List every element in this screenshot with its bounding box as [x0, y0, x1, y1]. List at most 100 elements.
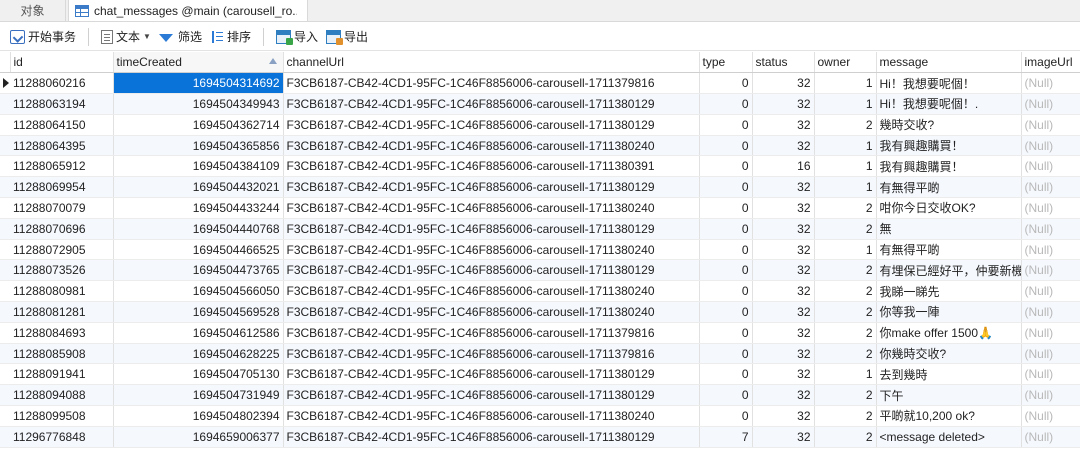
cell-id[interactable]: 11288073526 — [10, 259, 114, 282]
cell-timecreated[interactable]: 1694504349943 — [113, 93, 284, 115]
tab-chat-messages[interactable]: chat_messages @main (carousell_ro... — [68, 0, 308, 21]
cell-owner[interactable]: 1 — [814, 72, 877, 95]
cell-message[interactable]: 我有興趣購買！ — [876, 155, 1022, 178]
cell-status[interactable]: 32 — [752, 176, 815, 199]
cell-message[interactable]: 我有興趣購買！ — [876, 135, 1022, 157]
cell-channelurl[interactable]: F3CB6187-CB42-4CD1-95FC-1C46F8856006-car… — [283, 239, 700, 261]
column-header-imageurl[interactable]: imageUrl — [1021, 52, 1080, 74]
row-header[interactable] — [0, 72, 10, 95]
cell-id[interactable]: 11288094088 — [10, 384, 114, 407]
cell-owner[interactable]: 2 — [814, 343, 877, 365]
cell-status[interactable]: 32 — [752, 114, 815, 136]
cell-id[interactable]: 11288069954 — [10, 176, 114, 199]
row-header[interactable] — [0, 301, 10, 323]
cell-imageurl[interactable]: (Null) — [1021, 405, 1080, 427]
cell-status[interactable]: 32 — [752, 363, 815, 386]
cell-owner[interactable]: 1 — [814, 239, 877, 261]
row-header[interactable] — [0, 363, 10, 386]
cell-owner[interactable]: 1 — [814, 135, 877, 157]
cell-id[interactable]: 11288091941 — [10, 363, 114, 386]
cell-channelurl[interactable]: F3CB6187-CB42-4CD1-95FC-1C46F8856006-car… — [283, 218, 700, 240]
column-header-channelurl[interactable]: channelUrl — [283, 52, 700, 74]
cell-type[interactable]: 0 — [699, 176, 753, 199]
cell-imageurl[interactable]: (Null) — [1021, 343, 1080, 365]
table-row[interactable]: 11296776848 1694659006377 F3CB6187-CB42-4C… — [0, 426, 1080, 448]
cell-status[interactable]: 32 — [752, 322, 815, 344]
cell-status[interactable]: 32 — [752, 405, 815, 427]
cell-type[interactable]: 0 — [699, 135, 753, 157]
cell-timecreated[interactable]: 1694504466525 — [113, 239, 284, 261]
cell-imageurl[interactable]: (Null) — [1021, 363, 1080, 386]
row-header[interactable] — [0, 259, 10, 282]
cell-message[interactable]: 幾時交收? — [876, 114, 1022, 136]
row-header[interactable] — [0, 176, 10, 199]
cell-status[interactable]: 32 — [752, 93, 815, 115]
cell-imageurl[interactable]: (Null) — [1021, 218, 1080, 240]
row-header[interactable] — [0, 384, 10, 407]
cell-timecreated[interactable]: 1694504628225 — [113, 343, 284, 365]
cell-imageurl[interactable]: (Null) — [1021, 239, 1080, 261]
column-header-status[interactable]: status — [752, 52, 815, 74]
row-header[interactable] — [0, 155, 10, 178]
cell-type[interactable]: 0 — [699, 93, 753, 115]
begin-transaction-button[interactable]: 开始事务 — [6, 26, 80, 48]
column-header-type[interactable]: type — [699, 52, 753, 74]
table-row[interactable]: 11288064150 1694504362714 F3CB6187-CB42-4C… — [0, 114, 1080, 136]
cell-status[interactable]: 32 — [752, 259, 815, 282]
cell-message[interactable]: 你make offer 1500🙏 — [876, 322, 1022, 344]
row-header[interactable] — [0, 239, 10, 261]
cell-message[interactable]: 你等我一陣 — [876, 301, 1022, 323]
cell-status[interactable]: 32 — [752, 343, 815, 365]
cell-imageurl[interactable]: (Null) — [1021, 93, 1080, 115]
cell-id[interactable]: 11288070079 — [10, 197, 114, 219]
cell-imageurl[interactable]: (Null) — [1021, 155, 1080, 178]
cell-status[interactable]: 32 — [752, 72, 815, 95]
column-header-owner[interactable]: owner — [814, 52, 877, 74]
cell-id[interactable]: 11288080981 — [10, 280, 114, 303]
cell-timecreated[interactable]: 1694504569528 — [113, 301, 284, 323]
cell-timecreated[interactable]: 1694504802394 — [113, 405, 284, 427]
cell-channelurl[interactable]: F3CB6187-CB42-4CD1-95FC-1C46F8856006-car… — [283, 155, 700, 178]
cell-message[interactable]: 有埋保已經好平，仲要新機 — [876, 259, 1022, 282]
cell-status[interactable]: 32 — [752, 197, 815, 219]
cell-channelurl[interactable]: F3CB6187-CB42-4CD1-95FC-1C46F8856006-car… — [283, 301, 700, 323]
cell-status[interactable]: 32 — [752, 384, 815, 407]
cell-status[interactable]: 32 — [752, 280, 815, 303]
cell-message[interactable]: 去到幾時 — [876, 363, 1022, 386]
text-button[interactable]: 文本 ▼ — [97, 26, 155, 48]
table-row[interactable]: 11288060216 1694504314692 F3CB6187-CB42-4C… — [0, 72, 1080, 95]
cell-channelurl[interactable]: F3CB6187-CB42-4CD1-95FC-1C46F8856006-car… — [283, 197, 700, 219]
cell-timecreated[interactable]: 1694504384109 — [113, 155, 284, 178]
table-row[interactable]: 11288091941 1694504705130 F3CB6187-CB42-4C… — [0, 363, 1080, 386]
cell-owner[interactable]: 2 — [814, 301, 877, 323]
cell-timecreated[interactable]: 1694504612586 — [113, 322, 284, 344]
cell-owner[interactable]: 2 — [814, 218, 877, 240]
cell-imageurl[interactable]: (Null) — [1021, 301, 1080, 323]
cell-imageurl[interactable]: (Null) — [1021, 72, 1080, 95]
cell-channelurl[interactable]: F3CB6187-CB42-4CD1-95FC-1C46F8856006-car… — [283, 280, 700, 303]
cell-type[interactable]: 0 — [699, 280, 753, 303]
cell-owner[interactable]: 2 — [814, 197, 877, 219]
cell-owner[interactable]: 1 — [814, 363, 877, 386]
cell-type[interactable]: 0 — [699, 155, 753, 178]
cell-timecreated[interactable]: 1694504440768 — [113, 218, 284, 240]
cell-timecreated[interactable]: 1694504314692 — [113, 72, 284, 95]
cell-id[interactable]: 11288065912 — [10, 155, 114, 178]
cell-imageurl[interactable]: (Null) — [1021, 114, 1080, 136]
cell-owner[interactable]: 2 — [814, 405, 877, 427]
cell-id[interactable]: 11296776848 — [10, 426, 114, 448]
cell-status[interactable]: 32 — [752, 239, 815, 261]
cell-owner[interactable]: 2 — [814, 322, 877, 344]
column-header-id[interactable]: id — [10, 52, 114, 74]
cell-timecreated[interactable]: 1694504731949 — [113, 384, 284, 407]
table-row[interactable]: 11288063194 1694504349943 F3CB6187-CB42-4C… — [0, 93, 1080, 115]
cell-message[interactable]: 我睇一睇先 — [876, 280, 1022, 303]
cell-status[interactable]: 16 — [752, 155, 815, 178]
cell-channelurl[interactable]: F3CB6187-CB42-4CD1-95FC-1C46F8856006-car… — [283, 114, 700, 136]
sort-button[interactable]: 排序 — [206, 26, 255, 48]
cell-id[interactable]: 11288084693 — [10, 322, 114, 344]
cell-timecreated[interactable]: 1694504433244 — [113, 197, 284, 219]
row-header[interactable] — [0, 426, 10, 448]
cell-type[interactable]: 0 — [699, 239, 753, 261]
cell-owner[interactable]: 2 — [814, 114, 877, 136]
